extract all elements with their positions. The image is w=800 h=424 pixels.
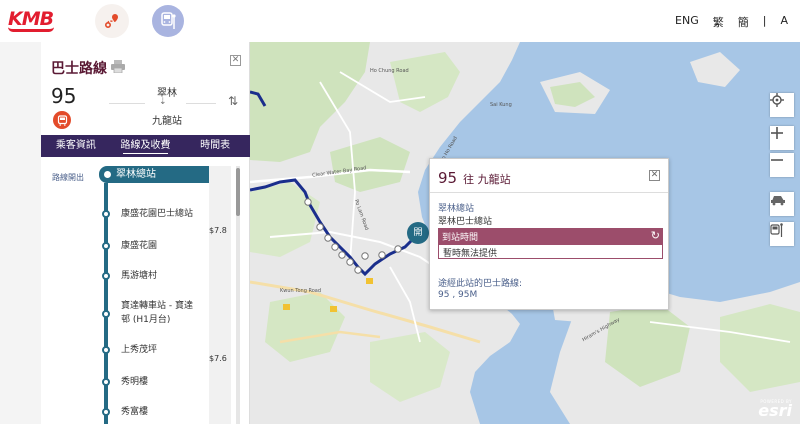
stop-name: 上秀茂坪 <box>121 345 158 355</box>
popup-stop-name: 翠林總站 <box>438 204 475 214</box>
eta-header: 到站時間 ↻ <box>438 228 663 244</box>
stop-dot <box>102 242 110 250</box>
route-search-icon[interactable] <box>95 4 129 38</box>
stop-list-scrollbar[interactable] <box>236 166 240 424</box>
eta-value: 暫時無法提供 <box>438 244 663 259</box>
kmb-logo[interactable]: KMB <box>8 8 54 32</box>
stop-name: 寶達轉車站 - 寶達 <box>121 301 193 311</box>
lang-traditional[interactable]: 繁 <box>713 14 724 30</box>
lang-separator: | <box>762 14 767 27</box>
popup-route-number: 95 <box>438 169 458 187</box>
start-stop-marker[interactable]: 開 <box>407 222 429 244</box>
tab-passenger-info[interactable]: 乘客資訊 <box>41 135 111 157</box>
top-bar: KMB ENG 繁 簡 | A <box>0 0 800 42</box>
direction-arrow-icon: ⇣ <box>159 97 167 107</box>
origin-line <box>109 103 145 104</box>
stop-name: 康盛花園巴士總站 <box>121 209 194 219</box>
esri-attribution[interactable]: POWERED BY esri <box>758 399 792 420</box>
panel-title: 巴士路線 <box>51 61 107 77</box>
passing-routes-label: 途經此站的巴士路線: <box>438 279 523 289</box>
locate-me-button[interactable] <box>770 93 794 117</box>
lang-simplified[interactable]: 簡 <box>738 14 749 30</box>
scrollbar-thumb[interactable] <box>236 168 240 216</box>
map-label-sai-kung: Sai Kung <box>490 102 512 108</box>
esri-logo: esri <box>758 401 792 420</box>
passing-routes-value[interactable]: 95 , 95M <box>438 290 477 300</box>
route-destination: 九龍站 <box>152 116 182 127</box>
bus-stop-sign-icon <box>770 223 783 237</box>
refresh-icon[interactable]: ↻ <box>651 229 660 242</box>
print-icon[interactable] <box>111 58 125 77</box>
language-switcher: ENG 繁 簡 | A <box>675 14 788 30</box>
fare-value: $7.8 <box>209 226 227 235</box>
lang-eng[interactable]: ENG <box>675 14 699 30</box>
eta-label: 到站時間 <box>442 233 479 243</box>
panel-tabs: 乘客資訊 路線及收費 時間表 <box>41 135 250 157</box>
plus-icon <box>771 127 783 139</box>
tab-timetable[interactable]: 時間表 <box>180 135 250 157</box>
start-stop[interactable]: 翠林總站 <box>99 166 209 183</box>
logo-swoosh <box>8 27 54 32</box>
popup-close-button[interactable]: ✕ <box>649 170 660 181</box>
zoom-out-button[interactable] <box>770 153 794 177</box>
route-number: 95 <box>51 84 77 108</box>
start-label: 路線開出 <box>52 173 84 182</box>
popup-stop-full-name: 翠林巴士總站 <box>438 217 493 227</box>
route-panel: 巴士路線 ✕ 95 翠林 ⇣ 九龍站 ⇅ 乘客資訊 路線及收費 時間表 路線開出… <box>41 42 250 424</box>
stop-dot <box>102 346 110 354</box>
stop-dot <box>102 310 110 318</box>
stop-name: 秀富樓 <box>121 407 149 417</box>
stop-dot <box>102 210 110 218</box>
minus-icon <box>771 159 783 161</box>
zoom-in-button[interactable] <box>770 126 794 150</box>
tab-route-fare[interactable]: 路線及收費 <box>111 135 181 157</box>
app-root: KMB ENG 繁 簡 | A Ho Chung Road Clear Wate… <box>0 0 800 424</box>
popup-header: 95 往 九龍站 <box>438 169 511 187</box>
bus-stop-icon[interactable] <box>152 5 184 37</box>
crosshair-icon <box>770 93 784 107</box>
swap-direction-icon[interactable]: ⇅ <box>228 94 238 108</box>
stop-dot <box>102 408 110 416</box>
fare-column <box>209 166 231 424</box>
popup-direction: 往 九龍站 <box>463 173 511 186</box>
route-line <box>104 183 108 424</box>
font-size-toggle[interactable]: A <box>780 14 788 30</box>
stop-name-line2: 邨 (H1月台) <box>121 315 171 325</box>
map-label-kwun-tong: Kwun Tong Road <box>280 288 322 294</box>
stop-name: 秀明樓 <box>121 377 149 387</box>
stop-name: 馬游塘村 <box>121 271 158 281</box>
fare-value: $7.6 <box>209 354 227 363</box>
bus-stop-layer-button[interactable] <box>770 222 794 246</box>
panel-close-button[interactable]: ✕ <box>230 55 241 66</box>
stop-list: 路線開出 翠林總站 康盛花園巴士總站 康盛花園 馬游塘村 寶達轉車站 - 寶達 … <box>41 166 250 424</box>
stop-name: 康盛花園 <box>121 241 158 251</box>
stop-info-popup: 95 往 九龍站 ✕ 翠林總站 翠林巴士總站 到站時間 ↻ 暫時無法提供 途經此… <box>429 158 669 310</box>
traffic-layer-button[interactable] <box>770 192 794 216</box>
car-icon <box>771 196 785 206</box>
destination-line <box>186 103 216 104</box>
popup-divider <box>430 192 668 193</box>
stop-dot <box>102 378 110 386</box>
map-label-ho-chung: Ho Chung Road <box>370 68 409 74</box>
bus-icon <box>53 111 71 129</box>
marker-label: 開 <box>413 228 423 238</box>
stop-dot <box>102 272 110 280</box>
route-origin: 翠林 <box>157 88 177 99</box>
